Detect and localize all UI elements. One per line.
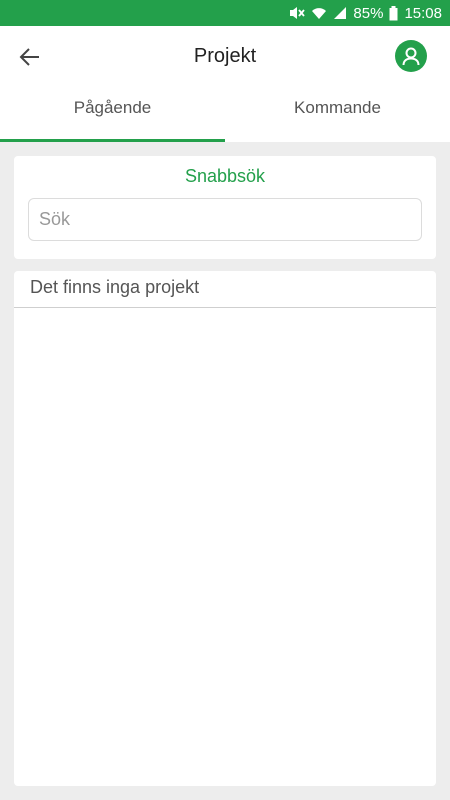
tab-kommande[interactable]: Kommande — [225, 88, 450, 142]
quick-search-card: Snabbsök — [14, 156, 436, 259]
page-title: Projekt — [193, 45, 257, 67]
empty-list-message: Det finns inga projekt — [14, 271, 436, 308]
status-bar: 85% 15:08 — [0, 0, 450, 26]
app-bar: Projekt — [0, 26, 450, 88]
tab-bar: Pågående Kommande — [0, 88, 450, 142]
profile-button[interactable] — [395, 40, 427, 72]
mute-icon — [289, 6, 306, 20]
user-icon — [402, 47, 420, 66]
battery-percent: 85% — [353, 4, 384, 22]
wifi-icon — [311, 6, 327, 20]
project-list: Det finns inga projekt — [14, 271, 436, 786]
quick-search-title: Snabbsök — [184, 166, 266, 186]
signal-icon — [333, 6, 347, 20]
status-time: 15:08 — [404, 4, 442, 22]
battery-icon — [389, 5, 398, 21]
tab-pagaende[interactable]: Pågående — [0, 88, 225, 142]
search-input[interactable] — [28, 198, 422, 241]
